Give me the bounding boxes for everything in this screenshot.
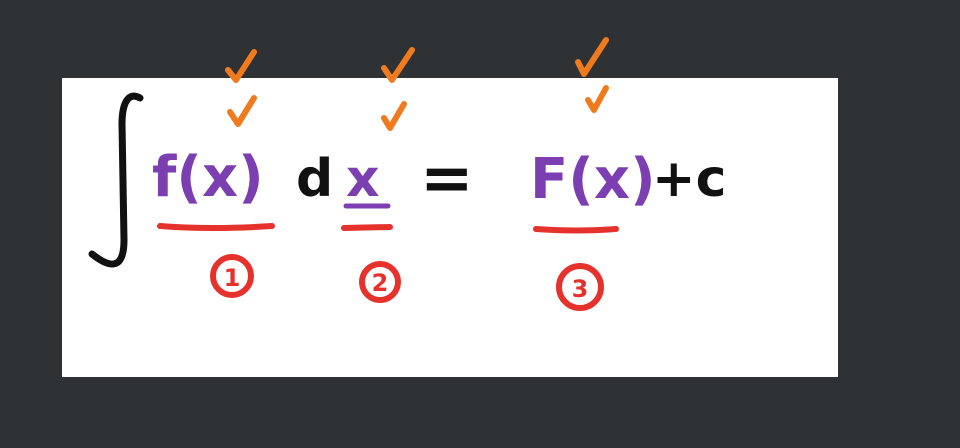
marker-1-label: 1: [224, 264, 241, 292]
integral-sign: [88, 92, 144, 268]
marker-2: 2: [359, 261, 401, 303]
equals-sign: =: [420, 142, 474, 216]
antiderivative-text: F(x): [530, 147, 656, 212]
handwritten-equation: f(x) d x = F(x) +c 1 2 3: [88, 37, 726, 311]
marker-3-label: 3: [572, 275, 589, 303]
integrand-text: f(x): [152, 145, 264, 210]
marker-1: 1: [210, 254, 254, 298]
marker-3: 3: [556, 263, 604, 311]
check-mark-icon: [585, 85, 609, 113]
check-mark-icon: [381, 47, 415, 83]
check-mark-icon: [225, 49, 257, 83]
constant-text: +c: [652, 149, 726, 209]
integrand-underline: [157, 223, 275, 231]
variable-text: x: [346, 149, 380, 209]
check-marks: [225, 37, 609, 131]
marker-2-label: 2: [372, 269, 389, 297]
antiderivative-underline: [533, 226, 619, 234]
variable-underline: [341, 224, 393, 231]
differential-d-text: d: [296, 149, 333, 209]
screen-background: f(x) d x = F(x) +c 1 2 3: [0, 0, 960, 448]
check-mark-icon: [381, 101, 407, 131]
check-mark-icon: [575, 37, 609, 77]
check-mark-icon: [227, 95, 257, 127]
